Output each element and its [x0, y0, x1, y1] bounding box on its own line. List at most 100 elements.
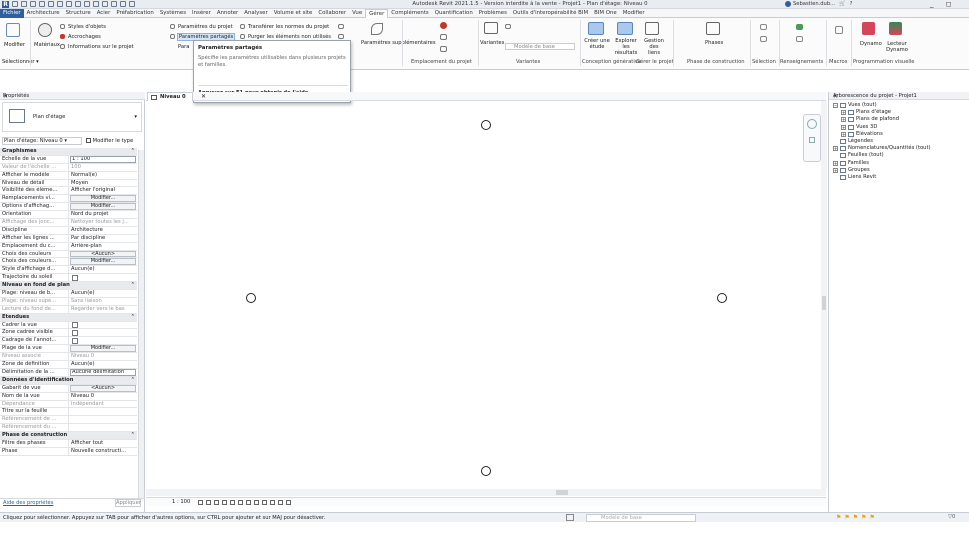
materials-button[interactable]: Matériaux — [34, 42, 60, 48]
property-row[interactable]: Cadrer la vue — [0, 321, 137, 330]
tab-annoter[interactable]: Annoter — [214, 9, 241, 18]
property-row[interactable]: Niveau associé Niveau 0 — [0, 353, 137, 362]
property-row[interactable]: Visibilité des éléme... Afficher l'origin… — [0, 187, 137, 196]
dynamo-icon[interactable] — [862, 22, 875, 35]
object-styles-button[interactable]: Styles d'objets — [68, 24, 106, 30]
dimension-icon[interactable] — [75, 1, 81, 7]
collapse-icon[interactable]: ⌃ — [131, 148, 137, 155]
property-row[interactable]: Plage de la vue Modifier... — [0, 345, 137, 354]
shadows-icon[interactable] — [222, 500, 227, 505]
tab-vue[interactable]: Vue — [349, 9, 365, 18]
tab-outils-d-interop-rabilit-bim[interactable]: Outils d'interopérabilité BIM — [510, 9, 591, 18]
redo-icon[interactable] — [48, 1, 54, 7]
lock-icon[interactable] — [246, 500, 251, 505]
revit-logo[interactable]: R — [2, 1, 9, 8]
tab-fichier[interactable]: Fichier — [0, 8, 24, 18]
navigation-bar[interactable] — [803, 114, 821, 162]
property-row[interactable]: Phase Nouvelle constructi... — [0, 447, 137, 456]
elevation-marker-north[interactable] — [481, 120, 491, 130]
browser-node[interactable]: Liens Revit — [833, 174, 968, 181]
property-value[interactable]: Afficher l'original — [69, 187, 137, 194]
global-params-button[interactable]: Para — [178, 44, 189, 50]
tab-structure[interactable]: Structure — [63, 9, 94, 18]
create-study-button[interactable]: Créer une étude — [583, 38, 611, 50]
property-value[interactable] — [69, 408, 137, 415]
worksets-icon[interactable] — [566, 514, 574, 521]
property-value[interactable]: 1 : 100 — [70, 155, 136, 163]
close-icon[interactable]: ✕ — [833, 93, 967, 100]
3d-view-icon[interactable] — [93, 1, 99, 7]
scroll-thumb[interactable] — [556, 490, 568, 495]
property-row[interactable]: Discipline Architecture — [0, 226, 137, 235]
tab-modifier[interactable]: Modifier — [620, 9, 648, 18]
browser-node[interactable]: + Elévations — [833, 131, 968, 138]
browser-node[interactable]: + Nomenclatures/Quantités (tout) — [833, 145, 968, 152]
expand-icon[interactable]: + — [841, 117, 846, 123]
type-selector[interactable]: Plan d'étage ▾ — [2, 102, 142, 132]
edit-type-button[interactable]: Modifier le type — [86, 137, 133, 145]
apply-button[interactable]: Appliquer — [115, 499, 141, 507]
property-section[interactable]: Données d'identification ⌃ — [0, 376, 137, 385]
expand-icon[interactable]: + — [833, 160, 838, 166]
thin-lines-icon[interactable] — [111, 1, 117, 7]
select-dropdown[interactable]: Sélectionner ▾ — [2, 59, 39, 65]
canvas-horizontal-scrollbar[interactable] — [146, 489, 826, 496]
property-checkbox[interactable] — [72, 322, 78, 329]
selection-filter-icons[interactable]: ⚑⚑⚑⚑⚑ — [836, 514, 878, 521]
coordinates-icon[interactable] — [440, 34, 447, 40]
property-value[interactable]: Moyen — [69, 180, 137, 187]
switch-windows-icon[interactable] — [129, 1, 135, 7]
collapse-icon[interactable]: ⌃ — [131, 432, 137, 439]
collapse-icon[interactable]: − — [833, 103, 838, 109]
tab-volume-et-site[interactable]: Volume et site — [271, 9, 316, 18]
property-button[interactable]: Modifier... — [70, 345, 136, 353]
browser-node[interactable]: + Vues 3D — [833, 124, 968, 131]
property-button[interactable]: <Aucun> — [70, 250, 136, 258]
measure-icon[interactable] — [66, 1, 72, 7]
browser-node[interactable]: + Plans d'étage — [833, 109, 968, 116]
property-row[interactable]: Lecture du fond de... Regarder vers le ba… — [0, 305, 137, 314]
crop-region-icon[interactable] — [238, 500, 243, 505]
expand-icon[interactable]: + — [841, 124, 846, 130]
undo-icon[interactable] — [39, 1, 45, 7]
reveal-hidden-icon[interactable] — [262, 500, 267, 505]
help-icon[interactable]: ? — [850, 1, 853, 7]
property-row[interactable]: Titre sur la feuille — [0, 408, 137, 417]
location-icon[interactable] — [440, 22, 447, 29]
wrench-icon[interactable] — [371, 23, 383, 35]
user-account[interactable]: Sebastien.dub... 🛒? — [785, 1, 852, 7]
elevation-marker-west[interactable] — [246, 293, 256, 303]
property-value[interactable]: Niveau 0 — [69, 393, 137, 400]
property-row[interactable]: Gabarit de vue <Aucun> — [0, 384, 137, 393]
chevron-down-icon[interactable]: ▾ — [134, 114, 137, 120]
property-row[interactable]: Filtre des phases Afficher tout — [0, 439, 137, 448]
sync-icon[interactable] — [30, 1, 36, 7]
property-row[interactable]: Référencement du ... — [0, 424, 137, 433]
tab-quantification[interactable]: Quantification — [432, 9, 476, 18]
selection-icon-2[interactable] — [760, 36, 767, 42]
property-row[interactable]: Plage: niveau de b... Aucun(e) — [0, 290, 137, 298]
property-row[interactable]: Référencement de ... — [0, 416, 137, 425]
view-tab-niveau-0[interactable]: Niveau 0 — [147, 92, 193, 101]
property-checkbox[interactable] — [72, 329, 78, 336]
print-icon[interactable] — [57, 1, 63, 7]
view-scale[interactable]: 1 : 100 — [172, 499, 190, 505]
elevation-marker-south[interactable] — [481, 466, 491, 476]
property-value[interactable]: Architecture — [69, 227, 137, 234]
project-info-button[interactable]: Informations sur le projet — [68, 44, 134, 50]
scroll-thumb[interactable] — [822, 296, 826, 310]
property-row[interactable]: Zone cadrée visible — [0, 329, 137, 338]
inquiry-icon-2[interactable] — [796, 36, 803, 42]
property-row[interactable]: Style d'affichage d... Aucun(e) — [0, 266, 137, 275]
constraints-icon[interactable] — [286, 500, 291, 505]
property-button[interactable]: Modifier... — [70, 203, 136, 211]
property-value[interactable]: Aucune délimitation — [70, 368, 136, 376]
modify-button[interactable]: Modifier — [4, 42, 25, 48]
property-section[interactable]: Etendues ⌃ — [0, 313, 137, 322]
property-button[interactable]: Modifier... — [70, 258, 136, 266]
property-button[interactable]: <Aucun> — [70, 384, 136, 392]
properties-scrollbar[interactable] — [138, 150, 144, 498]
dynamo-button[interactable]: Dynamo — [860, 41, 882, 47]
project-params-button[interactable]: Paramètres du projet — [178, 24, 233, 30]
properties-help-link[interactable]: Aide des propriétés — [3, 500, 53, 506]
